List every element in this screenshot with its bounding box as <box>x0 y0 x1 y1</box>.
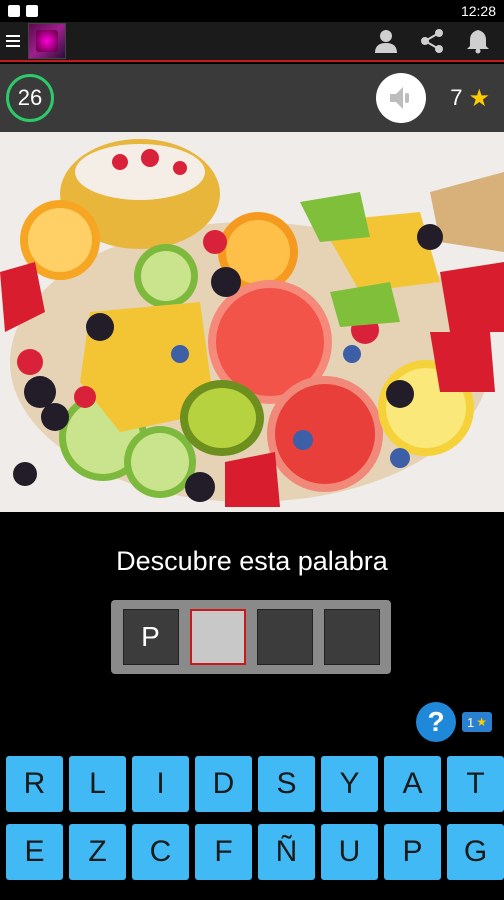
share-icon[interactable] <box>418 27 446 55</box>
letter-key[interactable]: U <box>321 824 378 880</box>
letter-key[interactable]: F <box>195 824 252 880</box>
star-icon: ★ <box>476 715 487 729</box>
level-counter: 26 <box>6 74 54 122</box>
star-icon: ★ <box>468 84 490 112</box>
hint-cost-value: 1 <box>467 714 475 730</box>
app-logo <box>28 23 66 59</box>
letter-key[interactable]: R <box>6 756 63 812</box>
app-bar <box>0 22 504 62</box>
letter-key[interactable]: L <box>69 756 126 812</box>
letter-key[interactable]: P <box>384 824 441 880</box>
letter-key[interactable]: D <box>195 756 252 812</box>
letter-key[interactable]: S <box>258 756 315 812</box>
help-icon[interactable]: ? <box>416 702 456 742</box>
question-title: Descubre esta palabra <box>116 546 388 576</box>
letter-key[interactable]: A <box>384 756 441 812</box>
notification-icon <box>26 5 38 17</box>
appbar-actions <box>372 27 498 55</box>
letter-key[interactable]: Y <box>321 756 378 812</box>
status-time: 12:28 <box>460 3 496 19</box>
user-icon[interactable] <box>372 27 400 55</box>
letter-key[interactable]: G <box>447 824 504 880</box>
letter-key[interactable]: T <box>447 756 504 812</box>
notification-icon <box>8 5 20 17</box>
bell-icon[interactable] <box>464 27 492 55</box>
letter-key[interactable]: E <box>6 824 63 880</box>
status-icons <box>8 5 38 17</box>
letter-keyboard: R L I D S Y A T E Z C F Ñ U P G <box>6 756 504 880</box>
letter-key[interactable]: Ñ <box>258 824 315 880</box>
puzzle-image <box>0 132 504 512</box>
letter-key[interactable]: C <box>132 824 189 880</box>
answer-slot[interactable]: P <box>122 609 179 665</box>
answer-slot[interactable] <box>256 609 313 665</box>
answer-slots: P <box>111 600 391 674</box>
stars-counter: 7 ★ <box>450 84 490 113</box>
answer-slot[interactable] <box>189 609 246 665</box>
letter-key[interactable]: Z <box>69 824 126 880</box>
menu-icon[interactable] <box>6 35 20 47</box>
answer-slot[interactable] <box>323 609 380 665</box>
letter-key[interactable]: I <box>132 756 189 812</box>
stars-count: 7 <box>450 85 463 110</box>
sound-icon[interactable] <box>376 73 427 123</box>
score-bar: 26 7 ★ <box>0 64 504 132</box>
status-bar: 12:28 <box>0 0 504 22</box>
hint-cost-badge: 1 ★ <box>462 712 492 732</box>
